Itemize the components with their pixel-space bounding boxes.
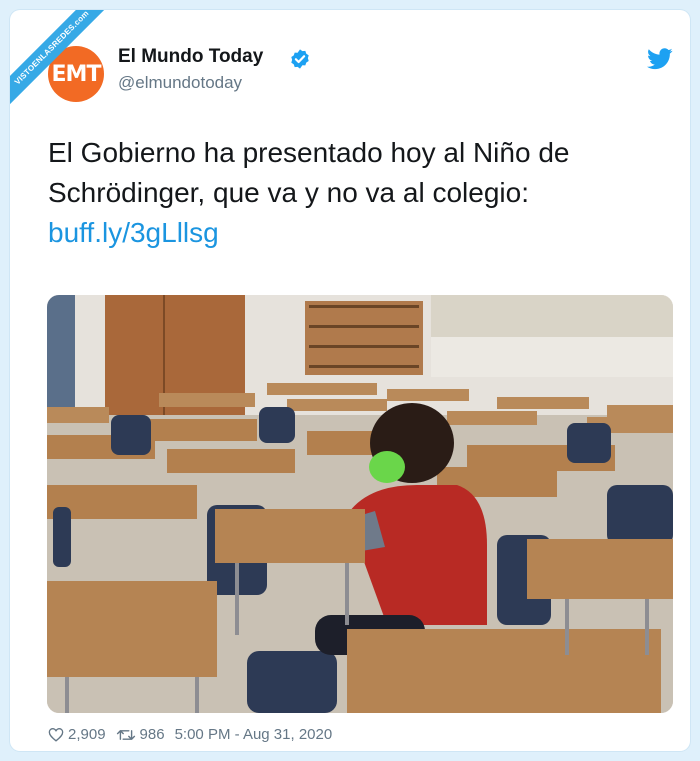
twitter-bird-icon[interactable] xyxy=(647,48,673,70)
tweet-card: VISTOENLASREDES.com EMT El Mundo Today @… xyxy=(10,10,690,751)
verified-badge-icon xyxy=(291,49,309,69)
tweet-body: El Gobierno ha presentado hoy al Niño de… xyxy=(48,133,678,253)
watermark-suffix: .com xyxy=(70,10,91,29)
like-stat[interactable]: 2,909 xyxy=(48,726,106,743)
retweet-stat[interactable]: 986 xyxy=(116,726,165,743)
watermark-ribbon: VISTOENLASREDES.com xyxy=(10,10,120,120)
page: VISTOENLASREDES.com EMT El Mundo Today @… xyxy=(0,0,700,761)
tweet-text: El Gobierno ha presentado hoy al Niño de… xyxy=(48,137,570,208)
watermark-label: VISTOENLASREDES xyxy=(12,22,77,87)
tweet-timestamp[interactable]: 5:00 PM - Aug 31, 2020 xyxy=(175,726,333,743)
tweet-photo[interactable] xyxy=(47,295,673,713)
classroom-photo xyxy=(47,295,673,713)
author-handle[interactable]: @elmundotoday xyxy=(118,73,242,93)
author-display-name[interactable]: El Mundo Today xyxy=(118,46,263,68)
heart-icon xyxy=(48,728,64,742)
tweet-footer: 2,909 986 5:00 PM - Aug 31, 2020 xyxy=(48,726,332,743)
retweet-icon xyxy=(116,729,135,740)
tweet-link[interactable]: buff.ly/3gLllsg xyxy=(48,217,219,248)
retweet-count: 986 xyxy=(139,726,165,743)
watermark-text: VISTOENLASREDES.com xyxy=(10,10,116,112)
like-count: 2,909 xyxy=(68,726,106,743)
